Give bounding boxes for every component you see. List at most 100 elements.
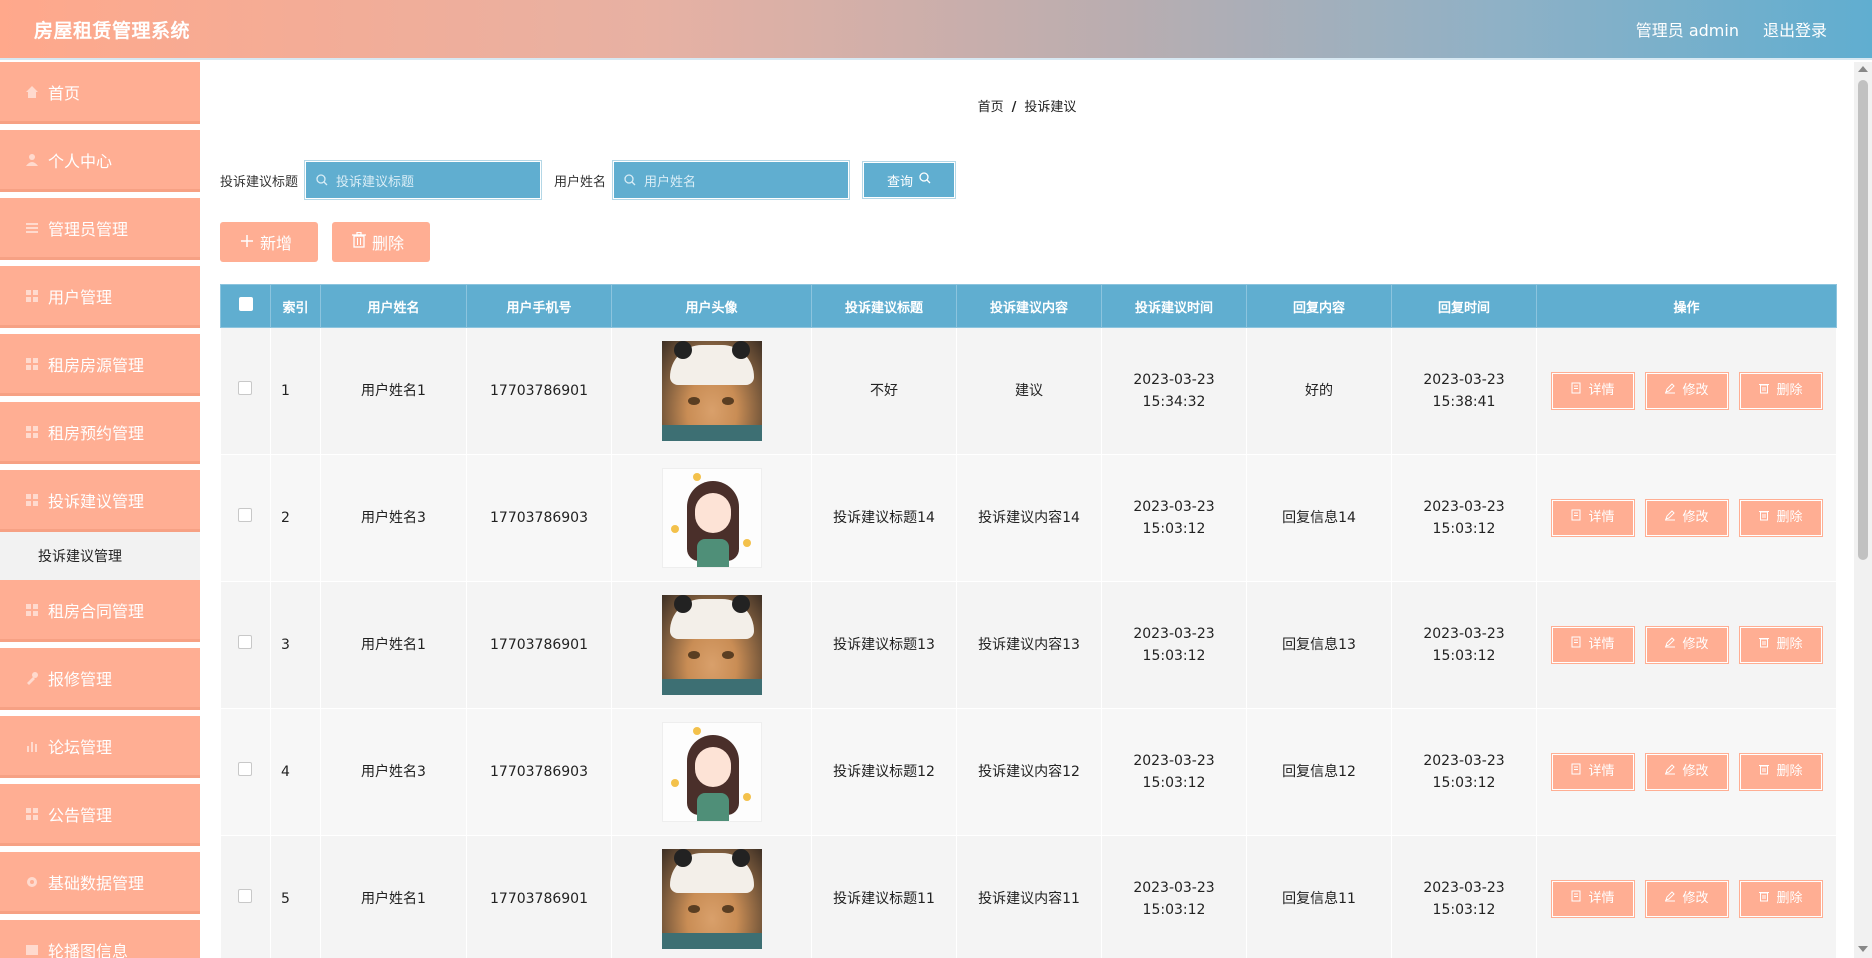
row-actions-cell: 详情 修改 删除: [1536, 835, 1837, 958]
sidebar-item[interactable]: 管理员管理: [0, 198, 200, 260]
user-phone-cell: 17703786901: [466, 327, 612, 455]
sidebar-item[interactable]: 租房预约管理: [0, 402, 200, 464]
user-avatar-cell: [611, 581, 812, 709]
gear-icon: [24, 874, 40, 890]
sidebar-item[interactable]: 报修管理: [0, 648, 200, 710]
delete-button[interactable]: 删除: [1738, 372, 1823, 410]
complaint-content-cell: 投诉建议内容13: [956, 581, 1102, 709]
detail-button[interactable]: 详情: [1550, 753, 1635, 791]
delete-button-label: 删除: [1776, 764, 1803, 779]
sidebar-item-label: 基础数据管理: [48, 873, 145, 893]
complaint-content-cell: 投诉建议内容12: [956, 708, 1102, 836]
user-avatar: [661, 595, 762, 695]
row-index: 5: [270, 835, 321, 958]
edit-button[interactable]: 修改: [1644, 626, 1729, 664]
sidebar-item-label: 租房房源管理: [48, 355, 145, 375]
sidebar-item[interactable]: 论坛管理: [0, 716, 200, 778]
row-checkbox[interactable]: [238, 635, 253, 649]
sidebar-item-label: 用户管理: [48, 287, 113, 307]
select-all-cell[interactable]: [220, 284, 271, 328]
detail-button[interactable]: 详情: [1550, 499, 1635, 537]
sidebar-item[interactable]: 投诉建议管理: [0, 470, 200, 532]
edit-button[interactable]: 修改: [1644, 880, 1729, 918]
sidebar-item-label: 报修管理: [48, 669, 113, 689]
reply-time-cell: 2023-03-23 15:38:41: [1391, 327, 1537, 455]
edit-button[interactable]: 修改: [1644, 372, 1729, 410]
column-header: 投诉建议时间: [1101, 284, 1247, 328]
delete-button-label: 删除: [1776, 510, 1803, 525]
sidebar-item[interactable]: 用户管理: [0, 266, 200, 328]
submenu-item-complaints[interactable]: 投诉建议管理: [0, 532, 200, 580]
complaint-content-cell: 投诉建议内容11: [956, 835, 1102, 958]
row-index: 3: [270, 581, 321, 709]
reply-content-cell: 回复信息12: [1246, 708, 1392, 836]
user-name-cell: 用户姓名1: [320, 581, 467, 709]
document-icon: [1570, 634, 1582, 656]
row-checkbox[interactable]: [238, 762, 253, 776]
edit-icon: [1664, 380, 1676, 402]
sidebar-item-label: 租房预约管理: [48, 423, 145, 443]
sidebar-item[interactable]: 租房房源管理: [0, 334, 200, 396]
logout-link[interactable]: 退出登录: [1763, 17, 1827, 41]
title-search-placeholder: 投诉建议标题: [336, 174, 415, 190]
row-checkbox[interactable]: [238, 381, 253, 395]
edit-button-label: 修改: [1682, 764, 1709, 779]
row-select-cell[interactable]: [220, 581, 271, 709]
sidebar-item[interactable]: 基础数据管理: [0, 852, 200, 914]
delete-button[interactable]: 删除: [1738, 880, 1823, 918]
row-select-cell[interactable]: [220, 835, 271, 958]
user-avatar-cell: [611, 835, 812, 958]
batch-delete-button[interactable]: 删除: [332, 222, 430, 262]
name-search-placeholder: 用户姓名: [644, 174, 697, 190]
detail-button-label: 详情: [1588, 637, 1615, 652]
row-checkbox[interactable]: [238, 508, 253, 522]
row-select-cell[interactable]: [220, 708, 271, 836]
sidebar-item[interactable]: 轮播图信息: [0, 920, 200, 958]
detail-button[interactable]: 详情: [1550, 626, 1635, 664]
edit-button[interactable]: 修改: [1644, 499, 1729, 537]
delete-button-label: 删除: [1776, 637, 1803, 652]
delete-button[interactable]: 删除: [1738, 753, 1823, 791]
select-all-checkbox[interactable]: [238, 297, 253, 311]
column-header: 回复内容: [1246, 284, 1392, 328]
breadcrumb-current: 投诉建议: [1024, 100, 1077, 115]
sidebar-item[interactable]: 首页: [0, 62, 200, 124]
name-search-input[interactable]: 用户姓名: [612, 160, 851, 200]
user-avatar-cell: [611, 708, 812, 836]
list-icon: [24, 220, 40, 236]
edit-button[interactable]: 修改: [1644, 753, 1729, 791]
delete-button[interactable]: 删除: [1738, 626, 1823, 664]
user-name-cell: 用户姓名3: [320, 454, 467, 582]
scroll-up-arrow[interactable]: [1858, 66, 1868, 72]
detail-button[interactable]: 详情: [1550, 880, 1635, 918]
column-header: 操作: [1536, 284, 1837, 328]
edit-button-label: 修改: [1682, 383, 1709, 398]
sidebar-item[interactable]: 个人中心: [0, 130, 200, 192]
title-search-input[interactable]: 投诉建议标题: [304, 160, 543, 200]
scroll-down-arrow[interactable]: [1858, 946, 1868, 952]
sidebar-item-label: 投诉建议管理: [48, 491, 145, 511]
row-select-cell[interactable]: [220, 327, 271, 455]
trash-icon: [1758, 761, 1770, 783]
name-filter-label: 用户姓名: [554, 174, 607, 190]
scroll-thumb[interactable]: [1858, 80, 1868, 560]
sidebar-item[interactable]: 租房合同管理: [0, 580, 200, 642]
detail-button-label: 详情: [1588, 383, 1615, 398]
grid-icon: [24, 806, 40, 822]
row-select-cell[interactable]: [220, 454, 271, 582]
row-checkbox[interactable]: [238, 889, 253, 903]
reply-content-cell: 回复信息11: [1246, 835, 1392, 958]
app-title: 房屋租赁管理系统: [34, 19, 191, 42]
detail-button-label: 详情: [1588, 510, 1615, 525]
row-index: 2: [270, 454, 321, 582]
grid-icon: [24, 424, 40, 440]
sidebar-item[interactable]: 公告管理: [0, 784, 200, 846]
page-scrollbar[interactable]: [1854, 62, 1872, 958]
sidebar-item-label: 论坛管理: [48, 737, 113, 757]
query-button[interactable]: 查询: [862, 161, 957, 199]
breadcrumb-home[interactable]: 首页: [978, 100, 1004, 115]
detail-button[interactable]: 详情: [1550, 372, 1635, 410]
delete-button[interactable]: 删除: [1738, 499, 1823, 537]
add-button[interactable]: 新增: [220, 222, 318, 262]
row-actions-cell: 详情 修改 删除: [1536, 581, 1837, 709]
